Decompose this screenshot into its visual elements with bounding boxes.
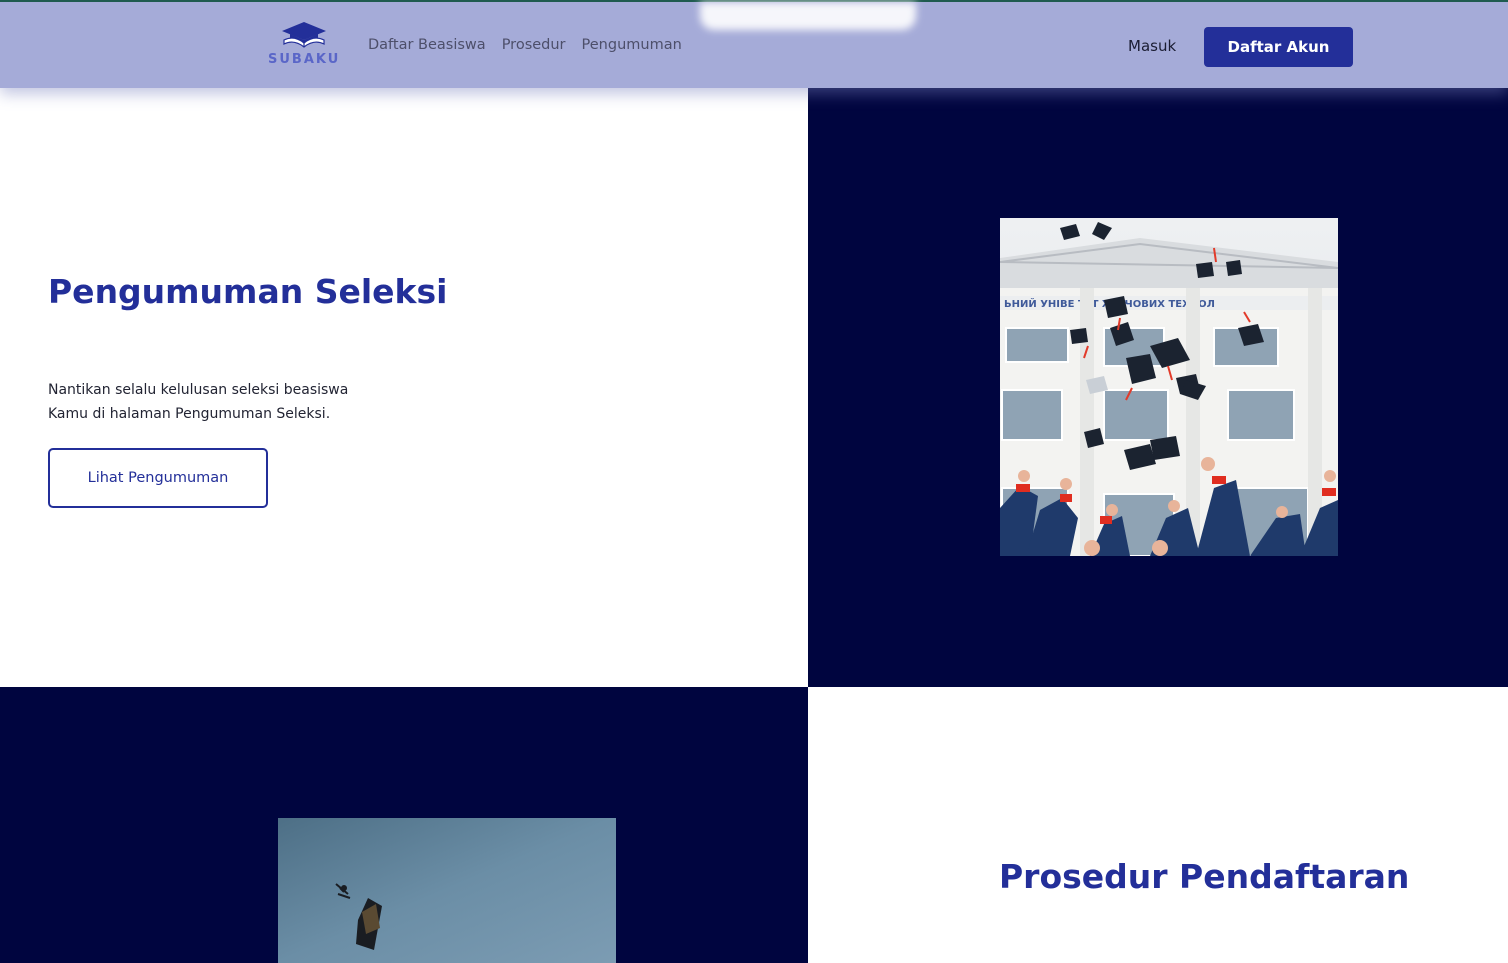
register-button[interactable]: Daftar Akun xyxy=(1204,27,1353,67)
graduation-caps-photo: ЬНИЙ УНІВЕ ТЕТ ХАРЧОВИХ ТЕХНОЛ xyxy=(1000,218,1338,556)
procedure-title: Prosedur Pendaftaran xyxy=(999,857,1410,896)
top-navbar: SUBAKU Daftar Beasiswa Prosedur Pengumum… xyxy=(0,0,1508,88)
view-announcement-button[interactable]: Lihat Pengumuman xyxy=(48,448,268,508)
nav-link-prosedur[interactable]: Prosedur xyxy=(502,37,566,53)
main-nav: Daftar Beasiswa Prosedur Pengumuman xyxy=(368,37,682,53)
top-glow-decoration xyxy=(700,2,916,30)
announcement-image-panel: ЬНИЙ УНІВЕ ТЕТ ХАРЧОВИХ ТЕХНОЛ xyxy=(808,88,1508,687)
logo[interactable]: SUBAKU xyxy=(268,20,340,70)
login-link[interactable]: Masuk xyxy=(1128,37,1176,55)
announcement-title: Pengumuman Seleksi xyxy=(48,272,448,311)
announcement-description: Nantikan selalu kelulusan seleksi beasis… xyxy=(48,382,349,422)
graduation-cap-sky-illustration xyxy=(278,818,616,963)
logo-text: SUBAKU xyxy=(268,52,341,67)
nav-link-pengumuman[interactable]: Pengumuman xyxy=(582,37,682,53)
graduation-cap-logo-icon xyxy=(282,22,326,48)
graduation-cap-sky-photo xyxy=(278,818,616,963)
graduation-caps-illustration: ЬНИЙ УНІВЕ ТЕТ ХАРЧОВИХ ТЕХНОЛ xyxy=(1000,218,1338,556)
procedure-image-panel xyxy=(0,687,808,963)
nav-link-daftar-beasiswa[interactable]: Daftar Beasiswa xyxy=(368,37,486,53)
announcement-text-panel: Pengumuman Seleksi Nantikan selalu kelul… xyxy=(0,88,808,687)
procedure-text-panel: Prosedur Pendaftaran xyxy=(808,687,1508,963)
